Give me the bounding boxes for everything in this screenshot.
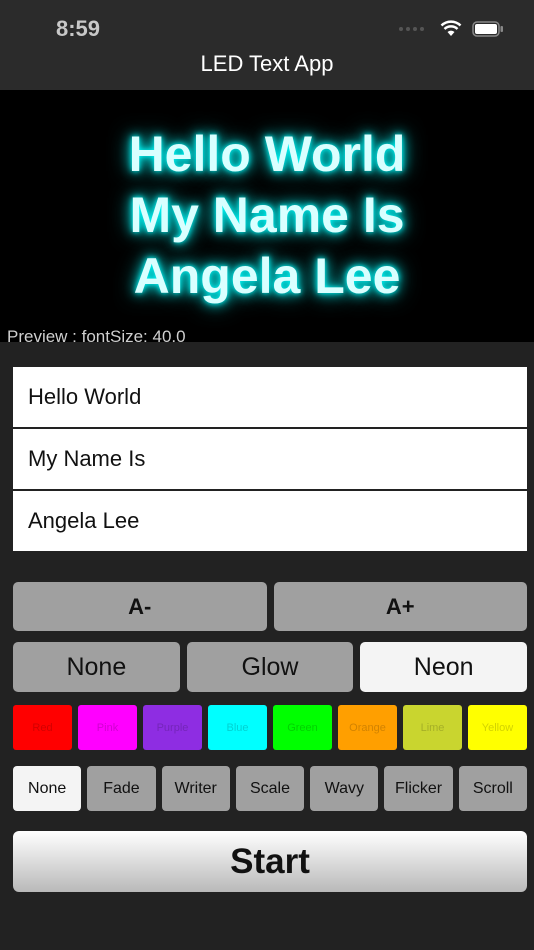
preview-line-3: Angela Lee [133, 248, 401, 304]
color-orange-button[interactable]: Orange [338, 705, 397, 750]
animation-fade-button[interactable]: Fade [87, 766, 156, 811]
wifi-icon [440, 20, 462, 36]
color-pink-button[interactable]: Pink [78, 705, 137, 750]
text-input-line-1[interactable] [13, 367, 527, 427]
led-preview: Hello World My Name Is Angela Lee Previe… [0, 90, 534, 346]
animation-selector: None Fade Writer Scale Wavy Flicker Scro… [13, 766, 527, 811]
text-input-line-2[interactable] [13, 429, 527, 489]
increase-font-button[interactable]: A+ [273, 582, 527, 631]
effect-selector: None Glow Neon [13, 642, 528, 692]
preview-font-size-label: Preview : fontSize: 40.0 [7, 327, 186, 346]
preview-line-2: My Name Is [129, 187, 405, 243]
signal-icon [399, 26, 424, 31]
text-inputs [13, 367, 527, 553]
status-icons [399, 20, 504, 37]
nav-title: LED Text App [200, 51, 334, 76]
preview-text: Hello World My Name Is Angela Lee [0, 124, 534, 307]
color-purple-button[interactable]: Purple [143, 705, 202, 750]
color-selector: Red Pink Purple Blue Green Orange Lime Y… [13, 705, 527, 750]
effect-neon-button[interactable]: Neon [360, 642, 528, 692]
animation-flicker-button[interactable]: Flicker [384, 766, 453, 811]
color-red-button[interactable]: Red [13, 705, 72, 750]
effect-glow-button[interactable]: Glow [186, 642, 354, 692]
animation-writer-button[interactable]: Writer [161, 766, 230, 811]
nav-bar: LED Text App [0, 40, 534, 90]
preview-line-1: Hello World [128, 126, 406, 182]
animation-wavy-button[interactable]: Wavy [310, 766, 379, 811]
color-green-button[interactable]: Green [273, 705, 332, 750]
battery-icon [472, 20, 503, 37]
color-lime-button[interactable]: Lime [403, 705, 462, 750]
color-blue-button[interactable]: Blue [208, 705, 267, 750]
text-input-line-3[interactable] [13, 491, 527, 551]
status-time: 8:59 [56, 16, 101, 41]
animation-scale-button[interactable]: Scale [235, 766, 305, 811]
animation-none-button[interactable]: None [13, 766, 82, 811]
decrease-font-button[interactable]: A- [13, 582, 267, 631]
start-button[interactable]: Start [13, 831, 527, 892]
color-yellow-button[interactable]: Yellow [468, 705, 527, 750]
animation-scroll-button[interactable]: Scroll [458, 766, 527, 811]
font-size-controls: A- A+ [13, 582, 527, 631]
effect-none-button[interactable]: None [13, 642, 180, 692]
